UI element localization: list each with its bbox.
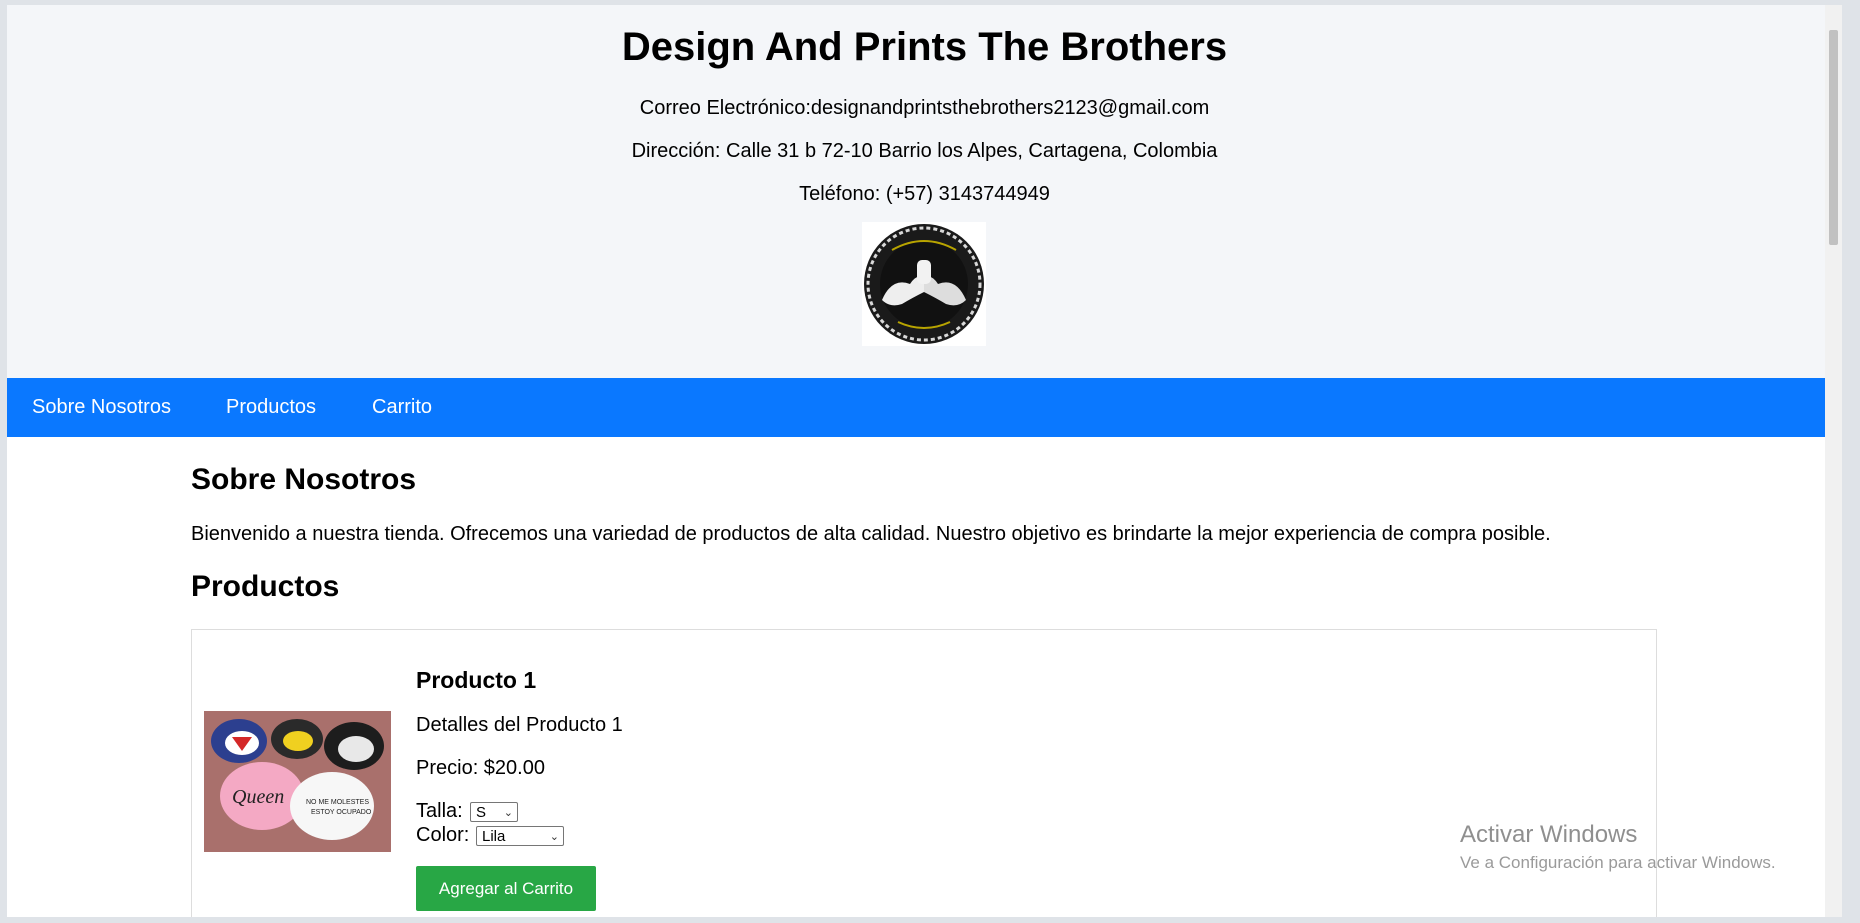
svg-text:Queen: Queen bbox=[232, 786, 284, 808]
size-value: S bbox=[476, 804, 487, 821]
site-title: Design And Prints The Brothers bbox=[621, 25, 1228, 69]
arm-wrestling-logo-icon bbox=[862, 222, 986, 346]
product-price: Precio: $20.00 bbox=[416, 757, 545, 779]
add-to-cart-button[interactable]: Agregar al Carrito bbox=[416, 866, 596, 911]
about-text: Bienvenido a nuestra tienda. Ofrecemos u… bbox=[191, 523, 1551, 545]
nav-item-productos[interactable]: Productos bbox=[226, 378, 316, 437]
chevron-down-icon: ⌄ bbox=[549, 831, 559, 843]
main-nav: Sobre Nosotros Productos Carrito bbox=[7, 378, 1842, 437]
products-heading: Productos bbox=[191, 570, 340, 603]
nav-item-carrito[interactable]: Carrito bbox=[372, 378, 432, 437]
contact-phone: Teléfono: (+57) 3143744949 bbox=[799, 183, 1050, 205]
color-value: Lila bbox=[482, 828, 506, 845]
vertical-scrollbar[interactable] bbox=[1825, 5, 1842, 917]
svg-text:ESTOY OCUPADO: ESTOY OCUPADO bbox=[311, 809, 372, 816]
svg-text:NO ME MOLESTES: NO ME MOLESTES bbox=[306, 799, 369, 806]
product-card: Queen NO ME MOLESTES ESTOY OCUPADO Produ… bbox=[191, 629, 1657, 917]
size-select[interactable]: S ⌄ bbox=[470, 802, 518, 822]
windows-activation-title: Activar Windows bbox=[1460, 821, 1638, 848]
caps-photo-icon[interactable]: Queen NO ME MOLESTES ESTOY OCUPADO bbox=[204, 711, 391, 852]
nav-item-sobre-nosotros[interactable]: Sobre Nosotros bbox=[32, 378, 171, 437]
size-label: Talla: bbox=[416, 800, 463, 822]
product-details: Detalles del Producto 1 bbox=[416, 714, 623, 736]
browser-viewport: Design And Prints The Brothers Correo El… bbox=[7, 5, 1842, 917]
contact-email: Correo Electrónico:designandprintsthebro… bbox=[639, 97, 1210, 119]
product-name: Producto 1 bbox=[416, 667, 537, 693]
color-label: Color: bbox=[416, 824, 470, 846]
site-header: Design And Prints The Brothers Correo El… bbox=[7, 5, 1842, 378]
windows-activation-subtitle: Ve a Configuración para activar Windows. bbox=[1460, 853, 1776, 872]
about-heading: Sobre Nosotros bbox=[191, 463, 417, 496]
scrollbar-thumb[interactable] bbox=[1829, 30, 1838, 245]
contact-address: Dirección: Calle 31 b 72-10 Barrio los A… bbox=[631, 140, 1218, 162]
chevron-down-icon: ⌄ bbox=[503, 807, 513, 819]
color-select[interactable]: Lila ⌄ bbox=[476, 826, 564, 846]
